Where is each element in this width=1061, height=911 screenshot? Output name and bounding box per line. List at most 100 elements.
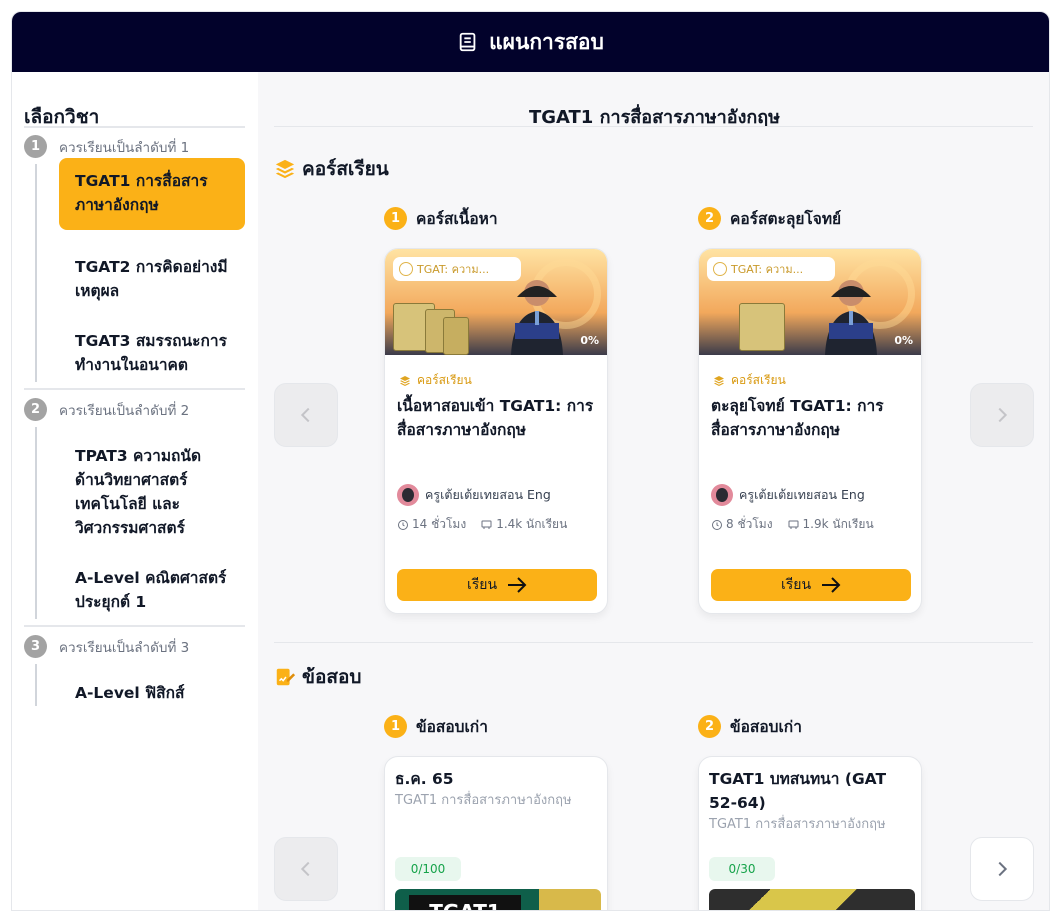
page-title: แผนการสอบ	[489, 29, 604, 54]
subject-item-tpat3[interactable]: TPAT3 ความถนัดด้านวิทยาศาสตร์ เทคโนโลยี …	[59, 433, 245, 551]
exam-cover-image: TGAT1	[395, 889, 601, 910]
exam-card[interactable]: TGAT1 บทสนทนา (GAT 52-64) TGAT1 การสื่อส…	[698, 756, 922, 910]
step-number: 2	[698, 715, 721, 738]
score-badge: 0/100	[395, 857, 461, 881]
column-label: ข้อสอบเก่า	[730, 718, 802, 736]
exam-col-head-1: 1 ข้อสอบเก่า	[384, 714, 488, 739]
progress-percent: 0%	[580, 334, 599, 347]
section-title: คอร์สเรียน	[302, 158, 389, 180]
timeline-line	[35, 664, 37, 706]
exam-paper-icon	[276, 668, 296, 686]
exam-subject: TGAT1 การสื่อสารภาษาอังกฤษ	[395, 793, 572, 808]
course-thumbnail: TGAT: ความ... 0%	[699, 249, 921, 355]
subject-item-alevel-math[interactable]: A-Level คณิตศาสตร์ประยุกต์ 1	[59, 555, 245, 625]
exam-info: ธ.ค. 65 TGAT1 การสื่อสารภาษาอังกฤษ	[395, 767, 599, 811]
subject-item-tgat1[interactable]: TGAT1 การสื่อสารภาษาอังกฤษ	[59, 158, 245, 230]
step-number: 1	[384, 207, 407, 230]
course-title: เนื้อหาสอบเข้า TGAT1: การสื่อสารภาษาอังก…	[397, 397, 594, 439]
group-header-1: 1 ควรเรียนเป็นลำดับที่ 1	[24, 135, 189, 158]
book-icon	[459, 32, 476, 52]
step-number: 1	[384, 715, 407, 738]
subject-item-alevel-physics[interactable]: A-Level ฟิสิกส์	[59, 670, 245, 716]
exam-info: TGAT1 บทสนทนา (GAT 52-64) TGAT1 การสื่อส…	[709, 767, 913, 835]
clock-icon	[712, 519, 722, 530]
exam-title: TGAT1 บทสนทนา (GAT 52-64)	[709, 770, 887, 812]
group-header-3: 3 ควรเรียนเป็นลำดับที่ 3	[24, 635, 189, 658]
exam-plan-panel: แผนการสอบ เลือกวิชา 1 ควรเรียนเป็นลำดับท…	[11, 11, 1050, 911]
course-col-head-2: 2 คอร์สตะลุยโจทย์	[698, 206, 841, 231]
column-label: คอร์สตะลุยโจทย์	[730, 210, 842, 228]
column-label: คอร์สเนื้อหา	[416, 210, 498, 228]
course-meta: 14 ชั่วโมง 1.4k นักเรียน	[397, 515, 567, 534]
course-logo-icon	[399, 262, 413, 276]
course-chip: TGAT: ความ...	[393, 257, 521, 281]
course-col-head-1: 1 คอร์สเนื้อหา	[384, 206, 498, 231]
layers-icon	[275, 159, 295, 179]
course-tag: คอร์สเรียน	[399, 371, 472, 390]
avatar	[711, 484, 733, 506]
chevron-left-icon	[300, 407, 310, 423]
group-label: ควรเรียนเป็นลำดับที่ 3	[59, 639, 190, 656]
chevron-right-icon	[998, 407, 1008, 423]
subject-sidebar: เลือกวิชา 1 ควรเรียนเป็นลำดับที่ 1 TGAT1…	[12, 72, 258, 910]
group-label: ควรเรียนเป็นลำดับที่ 2	[59, 402, 190, 419]
course-meta: 8 ชั่วโมง 1.9k นักเรียน	[711, 515, 874, 534]
exams-heading: ข้อสอบ	[274, 662, 361, 692]
course-logo-icon	[713, 262, 727, 276]
course-tag: คอร์สเรียน	[713, 371, 786, 390]
divider	[24, 126, 245, 128]
group-number: 2	[24, 398, 47, 421]
divider	[24, 625, 245, 627]
teacher-photo	[511, 280, 563, 355]
main-content: TGAT1 การสื่อสารภาษาอังกฤษ คอร์สเรียน 1 …	[258, 72, 1049, 910]
exam-col-head-2: 2 ข้อสอบเก่า	[698, 714, 802, 739]
timeline-line	[35, 427, 37, 619]
divider	[274, 642, 1033, 643]
page-header: แผนการสอบ	[12, 12, 1049, 72]
group-number: 3	[24, 635, 47, 658]
exam-title: ธ.ค. 65	[395, 770, 454, 788]
book-cover-image	[443, 317, 469, 355]
teacher-photo	[825, 280, 877, 355]
courses-next-button[interactable]	[970, 383, 1034, 447]
students-icon	[788, 520, 799, 529]
course-card[interactable]: TGAT: ความ... 0% คอร์สเรียน ตะลุยโจทย์ T…	[698, 248, 922, 614]
clock-icon	[398, 519, 408, 530]
section-title: ข้อสอบ	[302, 666, 362, 688]
learn-button[interactable]: เรียน	[397, 569, 597, 601]
column-label: ข้อสอบเก่า	[416, 718, 488, 736]
cover-text: TGAT1	[409, 895, 521, 910]
divider	[274, 126, 1033, 127]
exams-next-button[interactable]	[970, 837, 1034, 901]
book-cover-image	[739, 303, 785, 351]
subject-item-tgat3[interactable]: TGAT3 สมรรถนะการทำงานในอนาคต	[59, 318, 245, 388]
layers-icon	[714, 375, 724, 386]
course-title: ตะลุยโจทย์ TGAT1: การสื่อสารภาษาอังกฤษ	[711, 397, 884, 439]
course-chip: TGAT: ความ...	[707, 257, 835, 281]
step-number: 2	[698, 207, 721, 230]
arrow-right-icon	[508, 577, 527, 593]
avatar	[397, 484, 419, 506]
progress-percent: 0%	[894, 334, 913, 347]
group-label: ควรเรียนเป็นลำดับที่ 1	[59, 139, 190, 156]
chevron-right-icon	[998, 861, 1008, 877]
subject-item-tgat2[interactable]: TGAT2 การคิดอย่างมีเหตุผล	[59, 244, 245, 314]
chevron-left-icon	[300, 861, 310, 877]
exam-card[interactable]: ธ.ค. 65 TGAT1 การสื่อสารภาษาอังกฤษ 0/100…	[384, 756, 608, 910]
teacher-info: ครูเต้ยเต้ยเทยสอน Eng	[711, 484, 865, 506]
exams-prev-button[interactable]	[274, 837, 338, 901]
students-icon	[481, 520, 492, 529]
score-badge: 0/30	[709, 857, 775, 881]
teacher-info: ครูเต้ยเต้ยเทยสอน Eng	[397, 484, 551, 506]
group-number: 1	[24, 135, 47, 158]
learn-button[interactable]: เรียน	[711, 569, 911, 601]
course-thumbnail: TGAT: ความ... 0%	[385, 249, 607, 355]
exam-cover-image	[709, 889, 915, 910]
layers-icon	[400, 375, 410, 386]
course-card[interactable]: TGAT: ความ... 0% คอร์สเรียน เนื้อหาสอบเข…	[384, 248, 608, 614]
exam-subject: TGAT1 การสื่อสารภาษาอังกฤษ	[709, 817, 886, 832]
courses-heading: คอร์สเรียน	[274, 154, 389, 184]
group-header-2: 2 ควรเรียนเป็นลำดับที่ 2	[24, 398, 189, 421]
courses-prev-button[interactable]	[274, 383, 338, 447]
arrow-right-icon	[822, 577, 841, 593]
